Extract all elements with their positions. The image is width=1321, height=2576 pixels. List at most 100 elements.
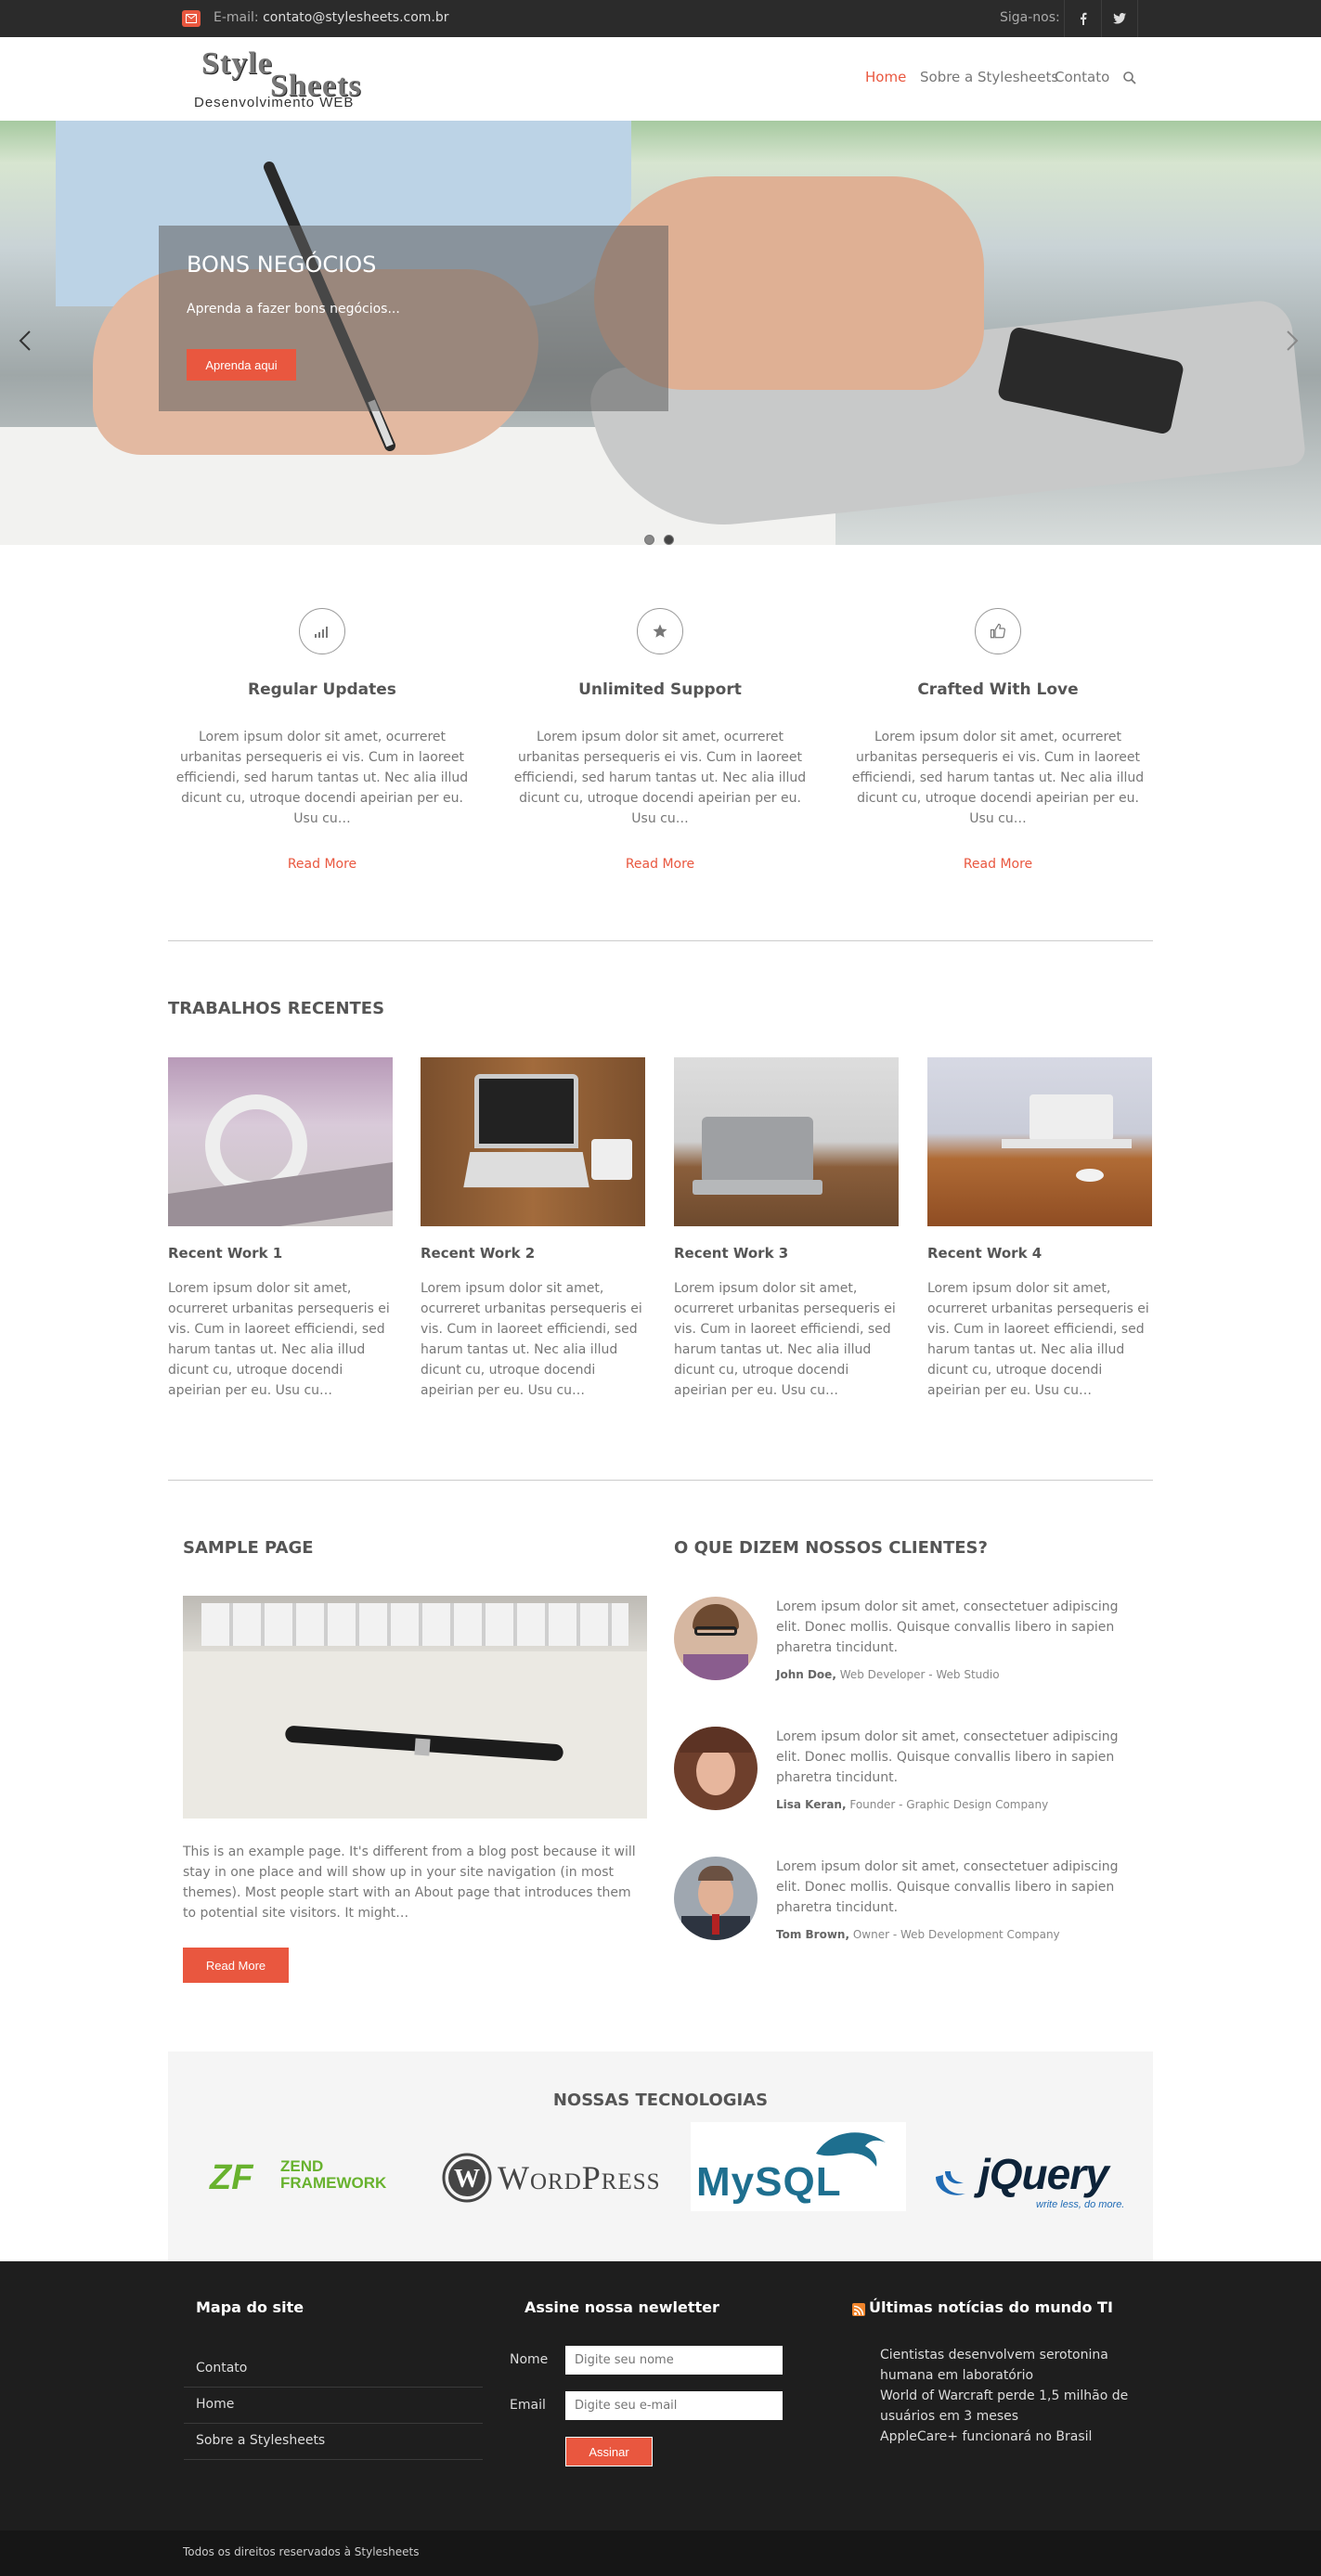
news-item[interactable]: World of Warcraft perde 1,5 milhão de us…: [880, 2386, 1131, 2427]
nav-home[interactable]: Home: [865, 69, 906, 85]
feature-text: Lorem ipsum dolor sit amet, ocurreret ur…: [851, 730, 1145, 826]
testimonial-quote: Lorem ipsum dolor sit amet, consectetuer…: [776, 1729, 1119, 1785]
slider-prev-arrow-icon[interactable]: [19, 330, 32, 356]
feature-title: Crafted With Love: [917, 680, 1079, 699]
nav-contato[interactable]: Contato: [1055, 69, 1109, 85]
feature-title: Unlimited Support: [578, 680, 742, 699]
feature-read-more-link[interactable]: Read More: [626, 857, 694, 872]
testimonial-quote: Lorem ipsum dolor sit amet, consectetuer…: [776, 1859, 1119, 1915]
sample-page-text: This is an example page. It's different …: [183, 1845, 636, 1921]
zend-framework-logo[interactable]: ZF ZEND FRAMEWORK: [210, 2121, 405, 2214]
feature-read-more-link[interactable]: Read More: [964, 857, 1032, 872]
envelope-icon: [182, 10, 201, 27]
wordpress-logo[interactable]: W WordPress: [442, 2121, 665, 2214]
work-title[interactable]: Recent Work 4: [927, 1245, 1152, 1262]
work-title[interactable]: Recent Work 3: [674, 1245, 899, 1262]
twitter-link[interactable]: [1101, 0, 1138, 37]
slider-dot-active[interactable]: [664, 535, 674, 545]
sample-page-image: [183, 1596, 647, 1819]
newsletter-email-input[interactable]: [565, 2391, 783, 2420]
search-icon[interactable]: [1123, 71, 1136, 88]
copyright-text: Todos os direitos reservados à Styleshee…: [183, 2545, 420, 2558]
feature-block: Regular Updates Lorem ipsum dolor sit am…: [169, 608, 475, 872]
thumbs-up-icon: [975, 608, 1021, 654]
jquery-text: jQuery: [978, 2150, 1109, 2198]
mysql-text: MySQL: [696, 2159, 842, 2205]
nav-sobre[interactable]: Sobre a Stylesheets: [920, 69, 1058, 85]
recent-works-title: TRABALHOS RECENTES: [168, 999, 385, 1018]
jquery-logo[interactable]: jQuery write less, do more.: [932, 2121, 1153, 2214]
testimonials-title: O QUE DIZEM NOSSOS CLIENTES?: [674, 1538, 988, 1558]
technologies-title: NOSSAS TECNOLOGIAS: [552, 2091, 769, 2110]
section-divider: [168, 1480, 1153, 1481]
follow-label: Siga-nos:: [1000, 10, 1060, 25]
testimonial-item: Lorem ipsum dolor sit amet, consectetuer…: [674, 1727, 1138, 1829]
avatar: [674, 1727, 758, 1810]
work-text: Lorem ipsum dolor sit amet, ocurreret ur…: [421, 1281, 642, 1398]
testimonial-author: Tom Brown, Owner - Web Development Compa…: [776, 1928, 1060, 1941]
testimonial-quote: Lorem ipsum dolor sit amet, consectetuer…: [776, 1599, 1119, 1655]
work-card[interactable]: Recent Work 2 Lorem ipsum dolor sit amet…: [421, 1057, 645, 1401]
contact-email: E-mail: contato@stylesheets.com.br: [214, 10, 449, 25]
zend-line2: FRAMEWORK: [280, 2174, 387, 2192]
zend-line1: ZEND: [280, 2157, 324, 2175]
sitemap-link-home[interactable]: Home: [184, 2388, 483, 2424]
section-divider: [168, 940, 1153, 941]
technologies-section: NOSSAS TECNOLOGIAS ZF ZEND FRAMEWORK W W…: [168, 2052, 1153, 2261]
work-title[interactable]: Recent Work 1: [168, 1245, 393, 1262]
feature-block: Unlimited Support Lorem ipsum dolor sit …: [507, 608, 813, 872]
rss-icon: [852, 2303, 865, 2316]
slider-next-arrow-icon[interactable]: [1286, 330, 1299, 356]
slider-dots: [644, 535, 674, 545]
news-item[interactable]: Cientistas desenvolvem serotonina humana…: [880, 2345, 1131, 2386]
feature-read-more-link[interactable]: Read More: [288, 857, 356, 872]
facebook-link[interactable]: [1064, 0, 1101, 37]
testimonial-author: John Doe, Web Developer - Web Studio: [776, 1668, 1000, 1681]
work-thumbnail-desk[interactable]: [927, 1057, 1152, 1226]
sample-read-more-button[interactable]: Read More: [183, 1948, 289, 1983]
sitemap-title: Mapa do site: [196, 2298, 304, 2316]
newsletter-submit-button[interactable]: Assinar: [565, 2437, 653, 2466]
top-bar: E-mail: contato@stylesheets.com.br Siga-…: [0, 0, 1321, 37]
twitter-icon: [1113, 13, 1126, 24]
work-text: Lorem ipsum dolor sit amet, ocurreret ur…: [927, 1281, 1149, 1398]
site-footer: Mapa do site Contato Home Sobre a Styles…: [0, 2261, 1321, 2531]
avatar: [674, 1597, 758, 1680]
logo-tagline: Desenvolvimento WEB: [194, 95, 355, 110]
bar-chart-icon: [299, 608, 345, 654]
work-thumbnail-macbook[interactable]: [674, 1057, 899, 1226]
work-text: Lorem ipsum dolor sit amet, ocurreret ur…: [168, 1281, 390, 1398]
site-header: Style Sheets Desenvolvimento WEB Home So…: [0, 37, 1321, 121]
work-card[interactable]: Recent Work 1 Lorem ipsum dolor sit amet…: [168, 1057, 393, 1401]
email-link[interactable]: contato@stylesheets.com.br: [263, 10, 448, 25]
wordpress-text: WordPress: [498, 2159, 661, 2196]
work-title[interactable]: Recent Work 2: [421, 1245, 645, 1262]
name-label: Nome: [510, 2352, 549, 2367]
news-title: Últimas notícias do mundo TI: [869, 2298, 1113, 2316]
hero-cta-button[interactable]: Aprenda aqui: [187, 349, 296, 381]
work-thumbnail-laptop[interactable]: [421, 1057, 645, 1226]
email-label: Email: [510, 2398, 546, 2413]
sitemap-link-contato[interactable]: Contato: [184, 2351, 483, 2388]
news-item[interactable]: AppleCare+ funcionará no Brasil: [880, 2427, 1131, 2447]
feature-text: Lorem ipsum dolor sit amet, ocurreret ur…: [513, 730, 807, 826]
work-text: Lorem ipsum dolor sit amet, ocurreret ur…: [674, 1281, 896, 1398]
svg-text:W: W: [454, 2165, 480, 2194]
feature-text: Lorem ipsum dolor sit amet, ocurreret ur…: [175, 730, 469, 826]
newsletter-name-input[interactable]: [565, 2346, 783, 2375]
testimonial-item: Lorem ipsum dolor sit amet, consectetuer…: [674, 1597, 1138, 1699]
sitemap-link-sobre[interactable]: Sobre a Stylesheets: [184, 2424, 483, 2460]
newsletter-title: Assine nossa newletter: [525, 2298, 719, 2316]
jquery-tagline: write less, do more.: [1036, 2199, 1125, 2210]
hero-title: BONS NEGÓCIOS: [187, 252, 377, 278]
slider-dot[interactable]: [644, 535, 654, 545]
wordpress-icon: W: [442, 2153, 492, 2203]
mysql-logo[interactable]: MySQL: [691, 2122, 906, 2211]
work-thumbnail-headphones[interactable]: [168, 1057, 393, 1226]
work-card[interactable]: Recent Work 3 Lorem ipsum dolor sit amet…: [674, 1057, 899, 1401]
site-logo[interactable]: Style Sheets Desenvolvimento WEB: [192, 46, 443, 113]
facebook-icon: [1080, 12, 1086, 25]
jquery-swirl-icon: [936, 2171, 965, 2195]
work-card[interactable]: Recent Work 4 Lorem ipsum dolor sit amet…: [927, 1057, 1152, 1401]
star-icon: [637, 608, 683, 654]
